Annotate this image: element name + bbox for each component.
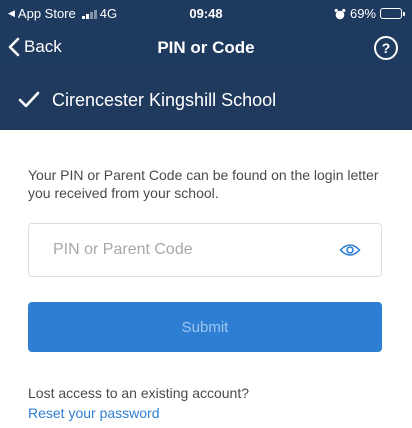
reset-password-link[interactable]: Reset your password [28,405,160,421]
alarm-clock-icon [334,8,346,19]
status-right: 69% [334,6,405,21]
status-bar: ◀ App Store 4G 09:48 69% [0,0,412,26]
help-button[interactable]: ? [374,36,398,60]
school-name: Cirencester Kingshill School [52,89,277,110]
question-circle-icon: ? [381,40,391,56]
pin-helper-text: Your PIN or Parent Code can be found on … [28,167,379,201]
eye-icon[interactable] [339,243,361,257]
battery-icon [380,8,405,19]
selected-school-banner: Cirencester Kingshill School [0,70,412,130]
battery-percent: 69% [349,6,376,21]
lost-access-text: Lost access to an existing account? [28,385,250,401]
pin-field [28,223,382,277]
submit-button[interactable]: Submit [28,302,382,352]
nav-bar: Back PIN or Code ? [0,26,412,70]
page-title: PIN or Code [157,38,255,57]
checkmark-icon [18,91,40,108]
pin-input[interactable] [29,224,329,276]
